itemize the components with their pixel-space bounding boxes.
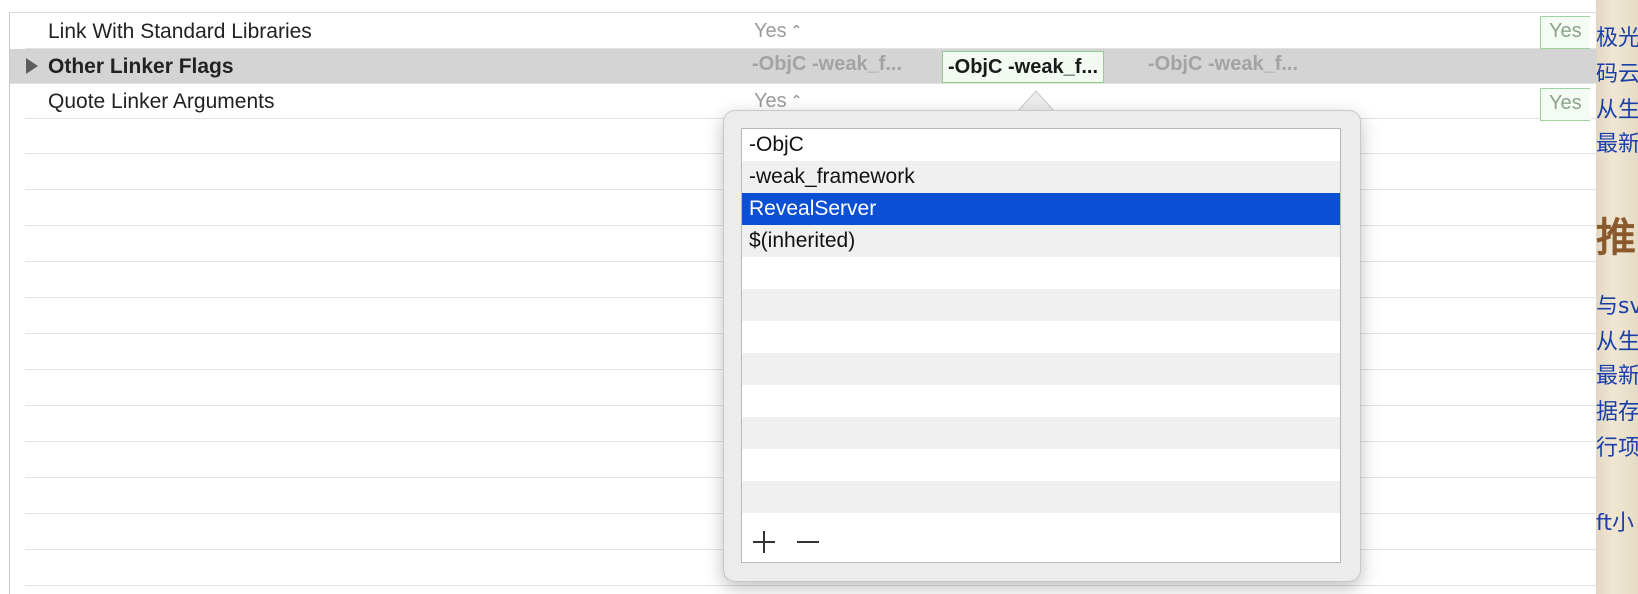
updown-chevron-icon: ⌃ <box>790 92 803 108</box>
disclosure-triangle-icon[interactable] <box>26 58 38 74</box>
web-text[interactable]: 据存储 <box>1596 394 1638 426</box>
web-text[interactable]: 极光 <box>1596 20 1638 52</box>
empty-list-row <box>742 289 1340 321</box>
setting-value[interactable]: Yes ⌃ <box>754 20 802 43</box>
value-text: Yes <box>754 20 787 42</box>
add-plus-icon[interactable] <box>750 528 778 556</box>
value-text: Yes <box>754 90 787 112</box>
web-text[interactable]: 与sv <box>1596 288 1638 320</box>
web-text[interactable]: 从生 <box>1596 324 1638 356</box>
empty-list-row <box>742 449 1340 481</box>
web-text[interactable]: 码云 <box>1596 56 1638 88</box>
web-text[interactable]: 最新 <box>1596 358 1638 390</box>
side-level-value-yes[interactable]: Yes <box>1540 88 1590 121</box>
web-text[interactable]: ft小 <box>1596 505 1634 537</box>
list-footer <box>742 522 1340 562</box>
updown-chevron-icon: ⌃ <box>790 22 803 38</box>
remove-minus-icon[interactable] <box>794 528 822 556</box>
web-text[interactable]: 从生 <box>1596 92 1638 124</box>
web-heading: 推 <box>1596 215 1636 261</box>
setting-label: Quote Linker Arguments <box>48 90 275 113</box>
empty-list-row <box>742 353 1340 385</box>
empty-list-row <box>742 257 1340 289</box>
web-text[interactable]: 最新 <box>1596 126 1638 158</box>
flags-cell-target[interactable]: -ObjC -weak_f... <box>942 51 1105 83</box>
linker-flags-popover: -ObjC -weak_framework RevealServer $(inh… <box>723 110 1361 582</box>
setting-label: Other Linker Flags <box>48 55 234 78</box>
empty-list-row <box>742 481 1340 513</box>
flags-cell-project[interactable]: -ObjC -weak_f... <box>1148 53 1298 76</box>
setting-row-other-linker-flags[interactable]: Other Linker Flags -ObjC -weak_f... -Obj… <box>10 49 1600 84</box>
empty-list-row <box>742 385 1340 417</box>
editor-left-border <box>9 0 10 594</box>
list-item[interactable]: -weak_framework <box>742 161 1340 193</box>
background-webpage-strip: 极光 码云 从生 最新 推 与sv 从生 最新 据存储 行项目 ft小 <box>1596 0 1638 594</box>
side-level-value-yes[interactable]: Yes <box>1540 16 1590 49</box>
setting-row-link-standard-libraries[interactable]: Link With Standard Libraries Yes ⌃ <box>25 14 1600 49</box>
flags-cell-resolved[interactable]: -ObjC -weak_f... <box>752 53 902 76</box>
previous-row-edge <box>9 0 1609 13</box>
empty-list-row <box>742 417 1340 449</box>
setting-label: Link With Standard Libraries <box>48 20 312 43</box>
list-item[interactable]: $(inherited) <box>742 225 1340 257</box>
flags-list[interactable]: -ObjC -weak_framework RevealServer $(inh… <box>741 128 1341 563</box>
list-item[interactable]: -ObjC <box>742 129 1340 161</box>
list-item-selected[interactable]: RevealServer <box>742 193 1340 225</box>
web-text[interactable]: 行项目 <box>1596 430 1638 462</box>
empty-list-row <box>742 321 1340 353</box>
